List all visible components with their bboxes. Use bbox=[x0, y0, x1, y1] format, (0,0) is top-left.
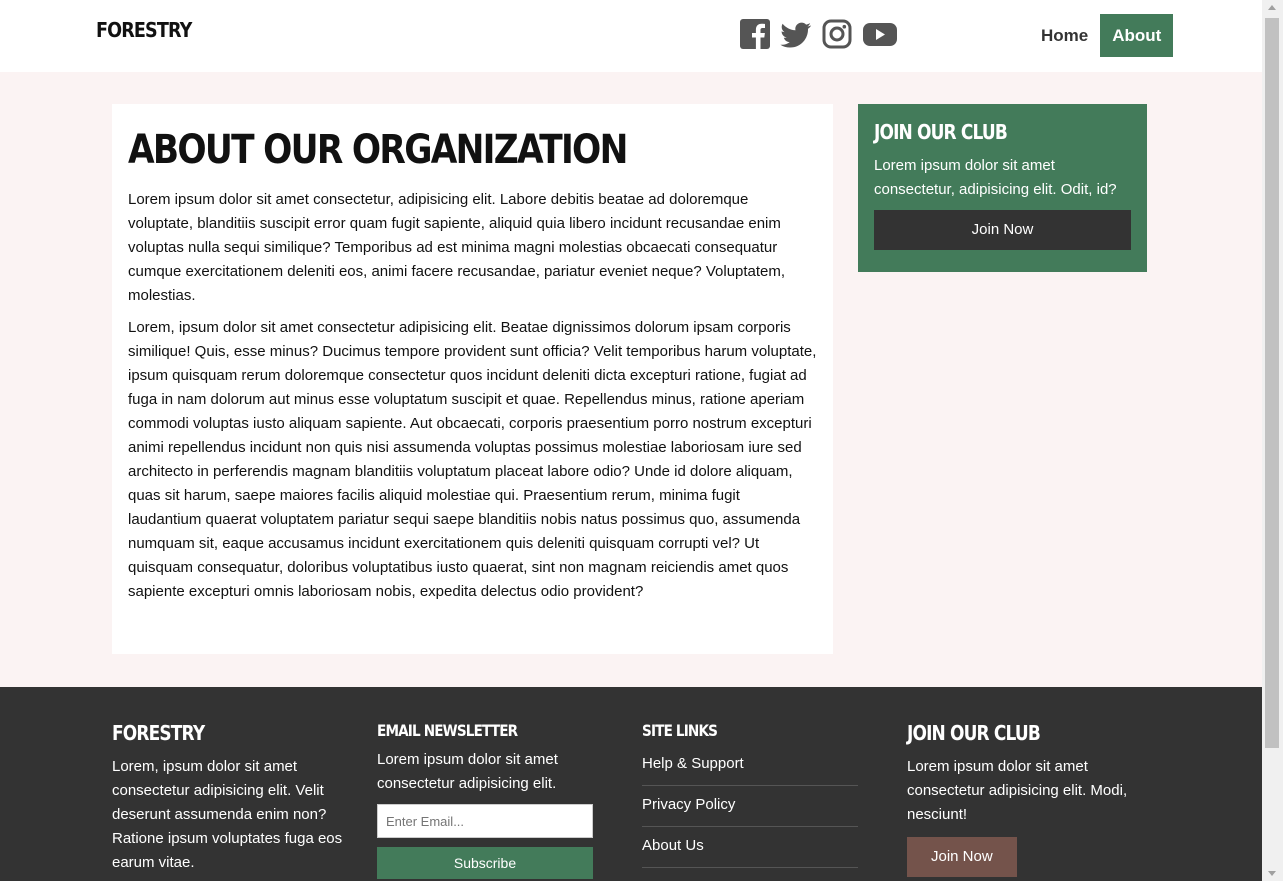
email-input[interactable] bbox=[377, 804, 593, 838]
join-now-button[interactable]: Join Now bbox=[874, 210, 1131, 250]
link-about-us[interactable]: About Us bbox=[642, 827, 858, 868]
link-help-support[interactable]: Help & Support bbox=[642, 754, 858, 786]
newsletter-text: Lorem ipsum dolor sit amet consectetur a… bbox=[377, 751, 558, 792]
site-logo[interactable]: FORESTRY bbox=[96, 18, 192, 42]
youtube-icon[interactable] bbox=[862, 19, 898, 49]
join-club-text: Lorem ipsum dolor sit amet consectetur, … bbox=[874, 157, 1117, 198]
footer-site-links: SITE LINKS Help & Support Privacy Policy… bbox=[642, 721, 882, 868]
site-header: FORESTRY Home About bbox=[0, 0, 1262, 72]
footer-club-title: JOIN OUR CLUB bbox=[907, 721, 1041, 745]
footer-join-now-button[interactable]: Join Now bbox=[907, 837, 1017, 877]
footer-club-text: Lorem ipsum dolor sit amet consectetur a… bbox=[907, 758, 1128, 823]
main-content: ABOUT OUR ORGANIZATION Lorem ipsum dolor… bbox=[0, 72, 1262, 687]
nav-home[interactable]: Home bbox=[1029, 14, 1100, 57]
scroll-down-icon[interactable] bbox=[1268, 871, 1276, 876]
footer-about-text: Lorem, ipsum dolor sit amet consectetur … bbox=[112, 758, 343, 871]
main-nav: Home About bbox=[1029, 14, 1174, 57]
link-privacy-policy[interactable]: Privacy Policy bbox=[642, 786, 858, 827]
newsletter-title: EMAIL NEWSLETTER bbox=[377, 721, 518, 740]
social-links bbox=[740, 19, 898, 49]
twitter-icon[interactable] bbox=[780, 19, 812, 49]
scrollbar-thumb[interactable] bbox=[1265, 18, 1279, 748]
scroll-up-icon[interactable] bbox=[1268, 5, 1276, 10]
footer-logo: FORESTRY bbox=[112, 721, 205, 745]
article-paragraph-2: Lorem, ipsum dolor sit amet consectetur … bbox=[128, 319, 817, 600]
page-scrollbar[interactable] bbox=[1262, 0, 1283, 881]
site-links-list: Help & Support Privacy Policy About Us bbox=[642, 754, 858, 868]
about-article: ABOUT OUR ORGANIZATION Lorem ipsum dolor… bbox=[112, 104, 833, 654]
site-footer: FORESTRY Lorem, ipsum dolor sit amet con… bbox=[0, 687, 1262, 881]
site-links-title: SITE LINKS bbox=[642, 721, 718, 740]
footer-newsletter: EMAIL NEWSLETTER Lorem ipsum dolor sit a… bbox=[377, 721, 617, 879]
subscribe-button[interactable]: Subscribe bbox=[377, 847, 593, 879]
facebook-icon[interactable] bbox=[740, 19, 770, 49]
join-club-card: JOIN OUR CLUB Lorem ipsum dolor sit amet… bbox=[858, 104, 1147, 272]
footer-about: FORESTRY Lorem, ipsum dolor sit amet con… bbox=[112, 721, 352, 875]
nav-about[interactable]: About bbox=[1100, 14, 1174, 57]
page-title: ABOUT OUR ORGANIZATION bbox=[128, 127, 628, 173]
article-paragraph-1: Lorem ipsum dolor sit amet consectetur, … bbox=[128, 191, 786, 304]
footer-join-club: JOIN OUR CLUB Lorem ipsum dolor sit amet… bbox=[907, 721, 1147, 877]
join-club-title: JOIN OUR CLUB bbox=[874, 120, 1008, 144]
instagram-icon[interactable] bbox=[822, 19, 852, 49]
